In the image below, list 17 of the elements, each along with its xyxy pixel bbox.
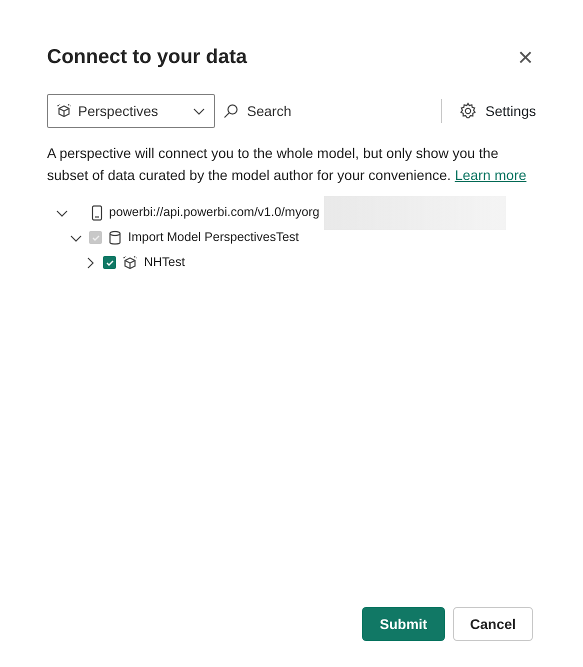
- tree-item-label[interactable]: powerbi://api.powerbi.com/v1.0/myorg: [109, 203, 320, 222]
- close-button[interactable]: ×: [514, 44, 537, 70]
- settings-icon: [459, 102, 478, 120]
- search-icon: [223, 103, 239, 119]
- cube-icon: [56, 103, 72, 119]
- settings-button[interactable]: Settings: [458, 100, 537, 122]
- dialog-title: Connect to your data: [47, 45, 248, 69]
- phone-icon: [91, 204, 103, 220]
- perspective-dropdown[interactable]: Perspectives: [47, 94, 215, 128]
- submit-button[interactable]: Submit: [362, 607, 445, 641]
- checkmark-icon: [90, 232, 100, 242]
- checkmark-icon: [104, 258, 114, 268]
- description-text: A perspective will connect you to the whole model, but only show you the subset of data curated by the model author for your convenience. Learn more: [47, 144, 528, 185]
- learn-more-link[interactable]: Learn more: [454, 167, 526, 183]
- cube-icon: [122, 254, 138, 270]
- cylinder-icon: [108, 230, 122, 246]
- cancel-button[interactable]: Cancel: [453, 607, 533, 641]
